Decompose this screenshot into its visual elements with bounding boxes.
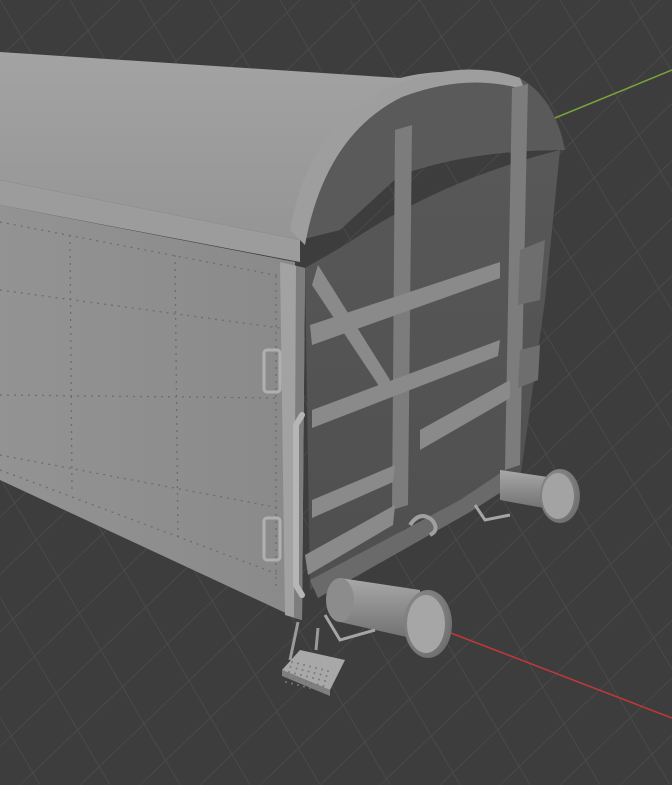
viewport-scene[interactable] <box>0 0 672 785</box>
y-axis-line <box>549 69 672 121</box>
wagon-model[interactable] <box>0 52 580 696</box>
3d-viewport[interactable] <box>0 0 672 785</box>
step-bracket-right <box>473 504 511 522</box>
x-axis-line <box>429 624 672 719</box>
